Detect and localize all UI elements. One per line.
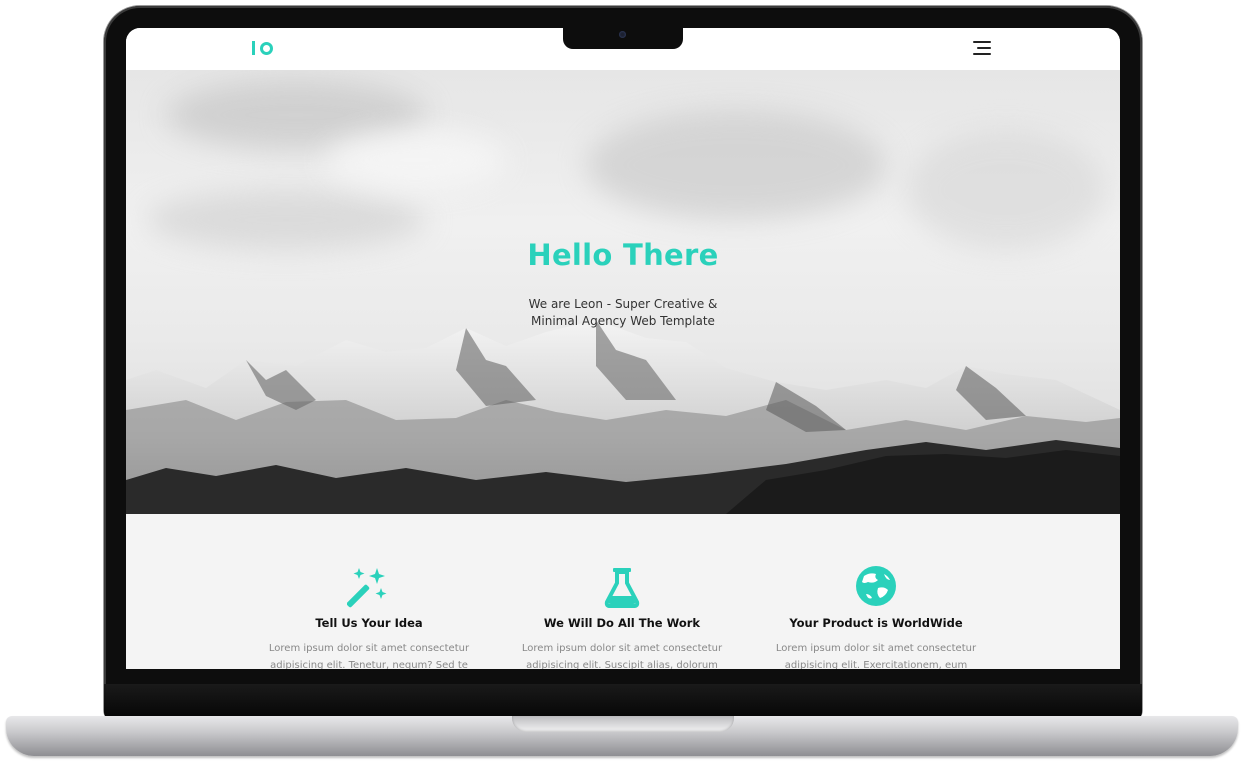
magic-wand-icon [347, 568, 387, 608]
feature-title: We Will Do All The Work [543, 616, 701, 630]
hamburger-icon [973, 41, 991, 43]
logo-ring-mark [260, 41, 273, 55]
features-section: Tell Us Your Idea Lorem ipsum dolor sit … [126, 514, 1120, 669]
globe-icon [856, 566, 896, 606]
feature-title: Tell Us Your Idea [315, 616, 423, 630]
hero-subtitle: We are Leon - Super Creative & Minimal A… [496, 296, 750, 330]
hero-title: Hello There [527, 238, 719, 272]
feature-description: Lorem ipsum dolor sit amet consectetur a… [521, 643, 723, 669]
feature-card-worldwide: Your Product is WorldWide Lorem ipsum do… [766, 564, 986, 669]
logo-bar-mark [252, 41, 255, 55]
laptop-chin [104, 684, 1142, 720]
brand-logo[interactable] [252, 38, 273, 58]
mountain-range-image [126, 320, 1120, 514]
camera-notch [563, 26, 683, 49]
feature-card-idea: Tell Us Your Idea Lorem ipsum dolor sit … [259, 564, 479, 669]
camera-icon [619, 31, 626, 38]
hero-section: Hello There We are Leon - Super Creative… [126, 70, 1120, 514]
hero-subtitle-line-2: Minimal Agency Web Template [531, 314, 715, 328]
feature-description: Lorem ipsum dolor sit amet consectetur a… [775, 643, 977, 669]
feature-card-work: We Will Do All The Work Lorem ipsum dolo… [512, 564, 732, 669]
feature-title: Your Product is WorldWide [789, 616, 963, 630]
feature-description: Lorem ipsum dolor sit amet consectetur a… [268, 643, 470, 669]
hero-subtitle-line-1: We are Leon - Super Creative & [528, 297, 718, 311]
hamburger-menu-button[interactable] [971, 39, 995, 57]
flask-icon [604, 568, 640, 608]
laptop-opening-notch [512, 716, 734, 732]
screen: Hello There We are Leon - Super Creative… [126, 28, 1120, 669]
